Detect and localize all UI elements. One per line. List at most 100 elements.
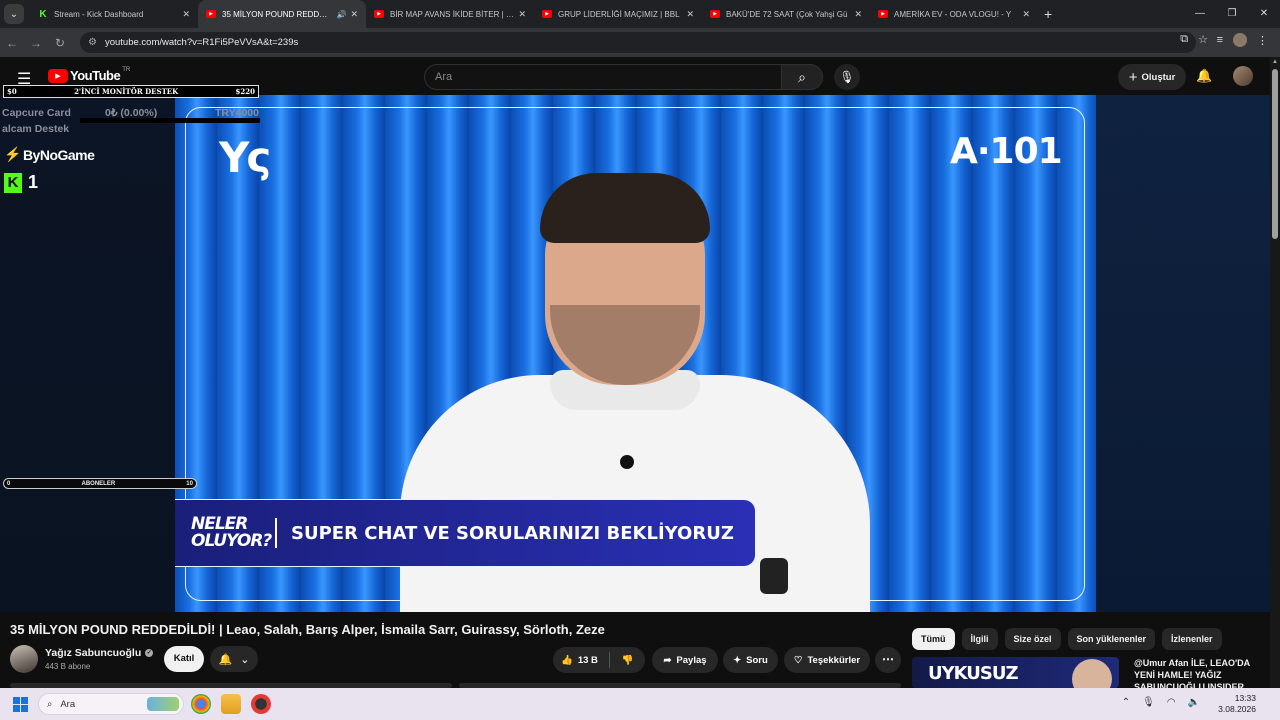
sponsor-name: ByNoGame <box>22 146 95 163</box>
chip-related[interactable]: İlgili <box>961 628 998 650</box>
chip-recent[interactable]: Son yüklenenler <box>1067 628 1156 650</box>
new-tab-button[interactable]: + <box>1044 6 1052 22</box>
tab-kick-dashboard[interactable]: K Stream - Kick Dashboard ✕ <box>30 0 198 28</box>
ask-button[interactable]: ✦ Soru <box>723 647 778 673</box>
microphone-icon: 🎙 <box>839 70 855 84</box>
reading-list-icon[interactable]: ≡ <box>1217 34 1223 46</box>
restore-icon[interactable]: ❐ <box>1216 0 1248 28</box>
tab-video-4[interactable]: ▶ BAKÜ'DE 72 SAAT (Çok Yahşi Gü ✕ <box>702 0 870 28</box>
windows-taskbar: ⌕ Ara ⌃ 🎙 ◠ 🔈 13:33 3.08.2026 <box>0 688 1280 720</box>
tab-title: Stream - Kick Dashboard <box>54 9 144 19</box>
site-info-icon[interactable]: ⚙ <box>88 37 97 48</box>
omnibox-actions: ⧉ ☆ <box>1180 33 1208 46</box>
tab-video-3[interactable]: ▶ GRUP LİDERLİĞİ MAÇIMIZ | BBL ✕ <box>534 0 702 28</box>
dislike-button[interactable]: 👎 <box>610 655 645 666</box>
window-controls: — ❐ ✕ <box>1184 0 1280 28</box>
taskbar-clock[interactable]: 13:33 3.08.2026 <box>1218 693 1256 715</box>
close-icon[interactable]: ✕ <box>350 9 358 20</box>
more-actions-button[interactable]: ⋯ <box>875 647 901 673</box>
channel-avatar[interactable] <box>10 645 38 673</box>
alcam-label: alcam Destek <box>2 123 70 135</box>
like-button[interactable]: 👍 13 B <box>553 655 609 666</box>
chrome-taskbar-icon[interactable] <box>191 694 211 714</box>
capcure-label: Capcure Card <box>2 107 71 119</box>
recommended-video-title[interactable]: @Umur Afan İLE, LEAO'DA YENİ HAMLE! YAĞI… <box>1134 657 1264 688</box>
ask-label: Soru <box>746 654 768 666</box>
clock-time: 13:33 <box>1234 693 1256 703</box>
banner-message: SUPER CHAT VE SORULARINIZI BEKLİYORUZ <box>291 522 734 544</box>
capcure-target: TRY4000 <box>215 107 259 119</box>
tab-video-2[interactable]: ▶ BİR MAP AVANS İKİDE BİTER | BB ✕ <box>366 0 534 28</box>
channel-name[interactable]: Yağız Sabuncuoğlu <box>45 647 141 659</box>
tray-overflow-icon[interactable]: ⌃ <box>1122 697 1130 708</box>
channel-name-row[interactable]: Yağız Sabuncuoğlu ✓ <box>45 647 154 659</box>
create-button[interactable]: + Oluştur <box>1118 64 1186 90</box>
banner-tag-line2: OLUYOR? <box>191 531 272 551</box>
close-icon[interactable]: ✕ <box>518 9 526 20</box>
address-bar[interactable]: ⚙ youtube.com/watch?v=R1Fi5PeVVsA&t=239s <box>80 32 1196 53</box>
bookmark-star-icon[interactable]: ☆ <box>1198 33 1208 46</box>
youtube-icon: ▶ <box>710 10 720 18</box>
tab-video-5[interactable]: ▶ AMERİKA EV - ODA VLOGU! - Y ✕ <box>870 0 1038 28</box>
join-button[interactable]: Katıl <box>164 646 204 672</box>
file-explorer-icon[interactable] <box>221 694 241 714</box>
recommended-video-thumbnail[interactable]: UYKUSUZ <box>912 657 1119 688</box>
sparkle-icon: ✦ <box>733 654 742 666</box>
close-icon[interactable]: ✕ <box>854 9 862 20</box>
taskbar-search-input[interactable]: ⌕ Ara <box>38 693 184 715</box>
chip-for-you[interactable]: Size özel <box>1004 628 1061 650</box>
windows-start-icon[interactable] <box>13 697 28 712</box>
scroll-up-icon[interactable]: ▲ <box>1272 59 1278 65</box>
profile-avatar[interactable] <box>1233 33 1247 47</box>
reload-icon[interactable]: ↻ <box>48 36 72 50</box>
search-button[interactable]: ⌕ <box>781 64 823 90</box>
tab-search-button[interactable]: ⌄ <box>4 4 24 24</box>
voice-search-button[interactable]: 🎙 <box>834 64 860 90</box>
subscriber-goal-bar: 0 ABONELER 10 <box>3 478 197 489</box>
region-code: TR <box>122 66 131 73</box>
volume-icon[interactable]: 🔈 <box>1188 697 1200 708</box>
subs-label: ABONELER <box>81 480 116 487</box>
video-frame[interactable]: Yς A·101 NELER OLUYOR? SUPER CHAT VE SOR… <box>175 95 1096 612</box>
share-button[interactable]: ➦ Paylaş <box>652 647 718 673</box>
like-dislike-group: 👍 13 B 👎 <box>553 647 645 673</box>
youtube-logo[interactable]: ▶ YouTube TR <box>48 66 131 83</box>
subscription-bell-button[interactable]: 🔔 ⌄ <box>210 646 258 672</box>
clock-date: 3.08.2026 <box>1218 704 1256 714</box>
speaker-icon[interactable]: 🔊 <box>336 10 346 19</box>
thumbs-up-icon: 👍 <box>561 654 573 666</box>
youtube-icon: ▶ <box>878 10 888 18</box>
banner-tag: NELER OLUYOR? <box>175 516 272 551</box>
close-icon[interactable]: ✕ <box>686 9 694 20</box>
microphone-icon[interactable]: 🎙 <box>1142 697 1155 708</box>
install-app-icon[interactable]: ⧉ <box>1180 33 1188 46</box>
close-icon[interactable]: ✕ <box>182 9 190 20</box>
tab-current-video[interactable]: ▶ 35 MİLYON POUND REDDEDİLDİ 🔊 ✕ <box>198 0 366 28</box>
chip-all[interactable]: Tümü <box>912 628 955 650</box>
browser-menu-icon[interactable]: ⋮ <box>1257 34 1268 47</box>
page-scrollbar[interactable]: ▲ <box>1270 57 1280 688</box>
account-avatar[interactable] <box>1233 66 1253 86</box>
obs-taskbar-icon[interactable] <box>251 694 271 714</box>
close-icon[interactable]: ✕ <box>1022 9 1030 20</box>
tab-title: GRUP LİDERLİĞİ MAÇIMIZ | BBL <box>558 9 680 19</box>
back-icon[interactable]: ← <box>0 36 24 50</box>
minimize-icon[interactable]: — <box>1184 0 1216 28</box>
url-text: youtube.com/watch?v=R1Fi5PeVVsA&t=239s <box>104 37 299 48</box>
youtube-icon: ▶ <box>542 10 552 18</box>
notifications-bell-icon[interactable]: 🔔 <box>1196 68 1212 84</box>
chip-watched[interactable]: İzlenenler <box>1162 628 1222 650</box>
system-tray: ⌃ 🎙 ◠ 🔈 <box>1122 697 1200 708</box>
forward-icon[interactable]: → <box>24 36 48 50</box>
search-input[interactable]: Ara <box>424 64 782 90</box>
scrollbar-thumb[interactable] <box>1272 69 1278 239</box>
goal-target: $220 <box>235 87 255 96</box>
youtube-icon: ▶ <box>374 10 384 18</box>
wifi-icon[interactable]: ◠ <box>1167 697 1176 708</box>
wristwatch <box>760 558 788 594</box>
close-window-icon[interactable]: ✕ <box>1248 0 1280 28</box>
search-icon: ⌕ <box>47 698 53 710</box>
tab-title: BİR MAP AVANS İKİDE BİTER | BB <box>390 9 515 19</box>
thanks-button[interactable]: ♡ Teşekkürler <box>784 647 870 673</box>
thumbs-down-icon: 👎 <box>621 654 634 666</box>
